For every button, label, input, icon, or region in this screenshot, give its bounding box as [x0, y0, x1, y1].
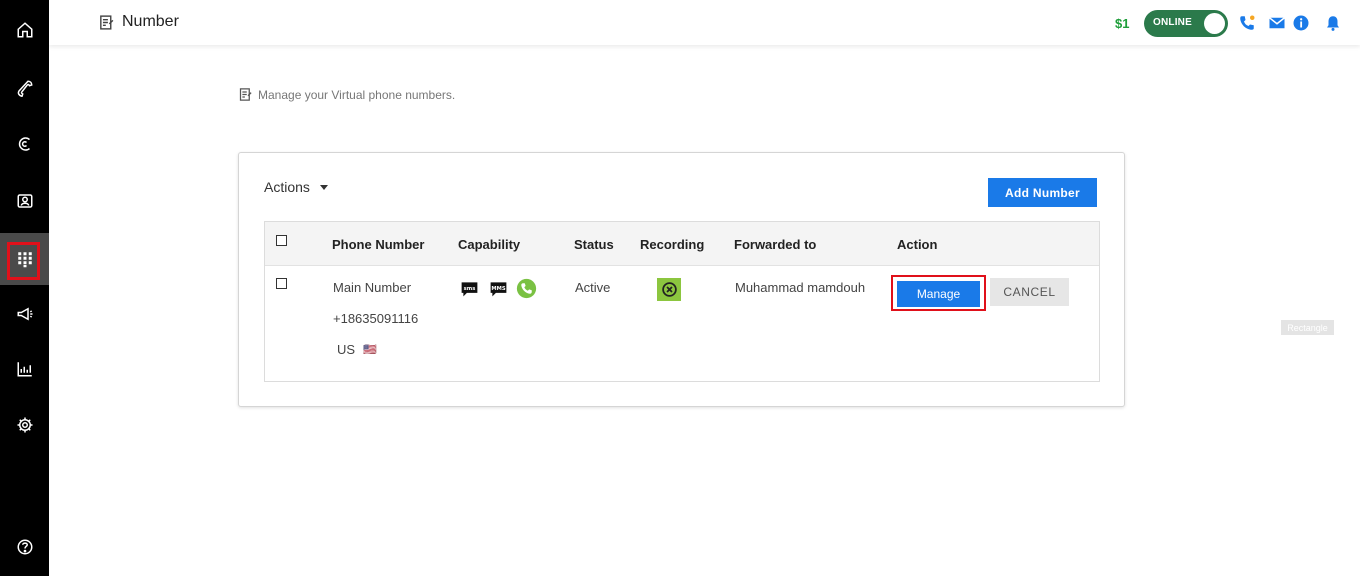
row-checkbox[interactable] — [276, 278, 287, 289]
call-forward-icon — [18, 137, 30, 151]
contacts-icon — [17, 194, 32, 208]
page-subtitle: Manage your Virtual phone numbers. — [238, 87, 455, 102]
analytics-icon — [17, 362, 32, 377]
notepad-icon — [100, 14, 114, 30]
column-header: Capability — [458, 237, 521, 252]
top-header: Number $1 ONLINE — [49, 0, 1360, 45]
subtitle-text: Manage your Virtual phone numbers. — [258, 87, 456, 102]
online-toggle[interactable]: ONLINE — [1144, 10, 1228, 37]
info-icon[interactable] — [1291, 13, 1310, 32]
sidebar-item-calls[interactable] — [0, 62, 49, 114]
voice-icon — [516, 278, 537, 299]
svg-text:sms: sms — [464, 286, 476, 292]
table-header: Phone Number Capability Status Recording… — [265, 222, 1099, 266]
online-toggle-label: ONLINE — [1153, 17, 1192, 28]
column-header: Status — [574, 237, 614, 252]
manage-button[interactable]: Manage — [897, 281, 980, 307]
actions-label: Actions — [264, 179, 310, 195]
numbers-table: Phone Number Capability Status Recording… — [264, 221, 1100, 382]
phone-icon — [17, 80, 33, 97]
forwarded-to: Muhammad mamdouh — [735, 280, 866, 295]
add-number-button[interactable]: Add Number — [988, 178, 1097, 207]
page-title: Number — [98, 13, 179, 31]
numbers-card: Actions Add Number Phone Number Capabili… — [238, 152, 1125, 407]
call-icon[interactable] — [1237, 13, 1256, 32]
caret-down-icon — [319, 184, 328, 190]
recording-off-icon — [661, 282, 677, 297]
toggle-knob — [1204, 13, 1225, 34]
number-name: Main Number — [333, 280, 412, 295]
page-title-text: Number — [122, 13, 179, 30]
bell-icon[interactable] — [1323, 13, 1342, 32]
sidebar-item-numbers[interactable] — [0, 233, 49, 285]
us-flag-icon: 🇺🇸 — [363, 344, 377, 356]
column-header: Action — [897, 237, 938, 252]
phone-number: +18635091116 — [333, 311, 419, 326]
manage-highlight: Manage — [891, 275, 986, 311]
sidebar-item-forward[interactable] — [0, 118, 49, 170]
help-icon — [17, 539, 32, 555]
mms-icon: MMS — [490, 282, 507, 297]
sidebar-item-help[interactable] — [0, 521, 49, 573]
balance-amount: $1 — [1115, 16, 1130, 31]
sidebar-item-settings[interactable] — [0, 399, 49, 451]
column-header: Recording — [640, 237, 705, 252]
country-code: US — [337, 342, 356, 357]
column-header: Phone Number — [332, 237, 425, 252]
notepad-icon — [239, 88, 252, 101]
column-header: Forwarded to — [734, 237, 817, 252]
rectangle-tag: Rectangle — [1281, 320, 1334, 335]
status-text: Active — [575, 280, 611, 295]
svg-text:MMS: MMS — [491, 286, 505, 292]
mail-icon[interactable] — [1267, 13, 1286, 32]
select-all-checkbox[interactable] — [276, 235, 287, 246]
recording-toggle[interactable] — [657, 278, 681, 301]
sms-icon: sms — [461, 282, 478, 297]
actions-dropdown[interactable]: Actions — [264, 179, 328, 195]
sidebar-item-contacts[interactable] — [0, 175, 49, 227]
sidebar-item-analytics[interactable] — [0, 343, 49, 395]
home-icon — [17, 22, 32, 38]
sidebar-item-campaigns[interactable] — [0, 288, 49, 340]
settings-icon — [17, 417, 32, 433]
sidebar-item-home[interactable] — [0, 4, 49, 56]
megaphone-icon — [17, 307, 32, 321]
cancel-button[interactable]: CANCEL — [990, 278, 1069, 306]
active-highlight — [7, 242, 40, 280]
sidebar — [0, 0, 49, 576]
